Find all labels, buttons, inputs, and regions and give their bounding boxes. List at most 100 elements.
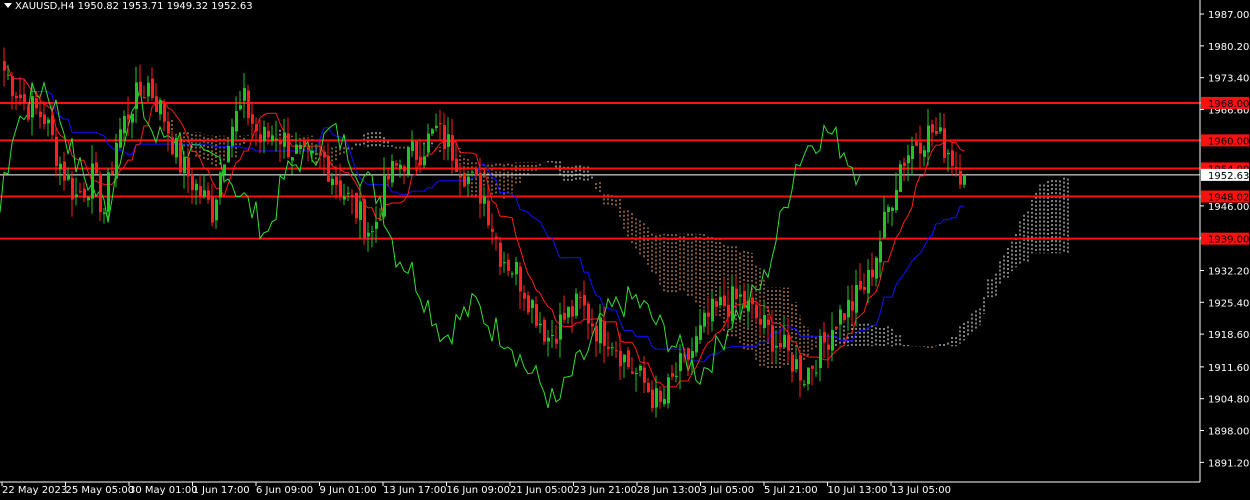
candle-body: [731, 286, 734, 322]
candle-body: [335, 176, 338, 185]
candle-body: [939, 127, 942, 132]
candle-body: [167, 121, 170, 134]
candle-body: [431, 129, 434, 134]
candle-body: [171, 137, 174, 155]
candle-body: [643, 367, 646, 383]
candle-body: [607, 346, 610, 349]
axes: 1987.001980.201973.401966.601946.001939.…: [0, 0, 1249, 496]
candle-body: [375, 221, 378, 229]
candle-body: [255, 124, 258, 132]
x-tick-label: 5 Jul 21:00: [764, 485, 818, 496]
candle-body: [923, 150, 926, 157]
candle-body: [203, 190, 206, 197]
candle-body: [123, 116, 126, 134]
candle-body: [55, 136, 58, 166]
candle-body: [867, 269, 870, 294]
y-tick-label: 1904.80: [1208, 395, 1249, 406]
candle-body: [319, 152, 322, 156]
candle-body: [555, 338, 558, 344]
candle-body: [43, 114, 46, 125]
candle-body: [703, 312, 706, 327]
candle-body: [907, 155, 910, 164]
candle-body: [783, 334, 786, 348]
candle-body: [551, 335, 554, 337]
candle-body: [199, 186, 202, 197]
candle-body: [859, 281, 862, 290]
candle-body: [327, 155, 330, 182]
candle-body: [351, 195, 354, 197]
candle-body: [51, 115, 54, 136]
candle-body: [671, 373, 674, 377]
candle-body: [627, 350, 630, 367]
candle-body: [115, 143, 118, 179]
candle-body: [475, 168, 478, 176]
price-chart[interactable]: 1987.001980.201973.401966.601946.001939.…: [0, 0, 1250, 500]
candle-body: [535, 304, 538, 326]
candle-body: [111, 170, 114, 174]
candle-body: [523, 292, 526, 299]
candle-body: [879, 241, 882, 263]
candle-body: [339, 180, 342, 197]
candle-body: [39, 111, 42, 118]
x-tick-label: 10 Jul 13:00: [828, 485, 888, 496]
candle-body: [47, 119, 50, 124]
candle-body: [231, 126, 234, 146]
candle-body: [831, 330, 834, 351]
candle-body: [747, 300, 750, 312]
candle-body: [851, 301, 854, 311]
candle-body: [483, 196, 486, 204]
candle-body: [291, 157, 294, 161]
candle-body: [743, 290, 746, 308]
candle-body: [503, 262, 506, 264]
candle-body: [943, 128, 946, 159]
candle-body: [95, 162, 98, 174]
y-tick-label: 1980.20: [1208, 42, 1249, 53]
chikou-span-line: [0, 80, 861, 409]
candle-body: [591, 323, 594, 327]
candle-body: [283, 132, 286, 147]
candle-body: [391, 160, 394, 183]
x-tick-label: 1 Jun 17:00: [193, 485, 250, 496]
candle-body: [143, 97, 146, 99]
candle-body: [575, 293, 578, 316]
candle-body: [543, 319, 546, 342]
candle-body: [191, 174, 194, 190]
candle-body: [311, 150, 314, 154]
candle-body: [423, 156, 426, 166]
candle-body: [683, 349, 686, 351]
candle-body: [843, 313, 846, 320]
candle-body: [663, 398, 666, 405]
candle-body: [587, 303, 590, 324]
candle-body: [371, 231, 374, 233]
candle-body: [175, 138, 178, 158]
candle-body: [863, 286, 866, 291]
candle-body: [435, 125, 438, 128]
x-tick-label: 21 Jun 05:00: [510, 485, 574, 496]
candle-body: [363, 199, 366, 239]
level-label: 1968.00: [1208, 99, 1249, 110]
candle-body: [823, 332, 826, 343]
candle-body: [635, 373, 638, 375]
candle-body: [279, 141, 282, 145]
candle-body: [763, 315, 766, 329]
candle-body: [295, 144, 298, 154]
candle-body: [71, 177, 74, 200]
candle-body: [759, 318, 762, 325]
candle-body: [131, 113, 134, 123]
candle-body: [419, 156, 422, 166]
y-tick-label: 1911.60: [1208, 363, 1249, 374]
candle-body: [395, 163, 398, 166]
candle-body: [235, 111, 238, 132]
x-tick-label: 13 Jun 17:00: [383, 485, 447, 496]
candle-body: [343, 196, 346, 200]
candle-body: [455, 158, 458, 172]
candle-body: [259, 134, 262, 143]
current-price-label: 1952.63: [1208, 171, 1249, 182]
candle-body: [479, 172, 482, 204]
candle-body: [631, 371, 634, 374]
candle-body: [163, 104, 166, 122]
candle-body: [155, 96, 158, 112]
candle-body: [931, 124, 934, 133]
candle-body: [135, 82, 138, 110]
candle-body: [567, 306, 570, 318]
